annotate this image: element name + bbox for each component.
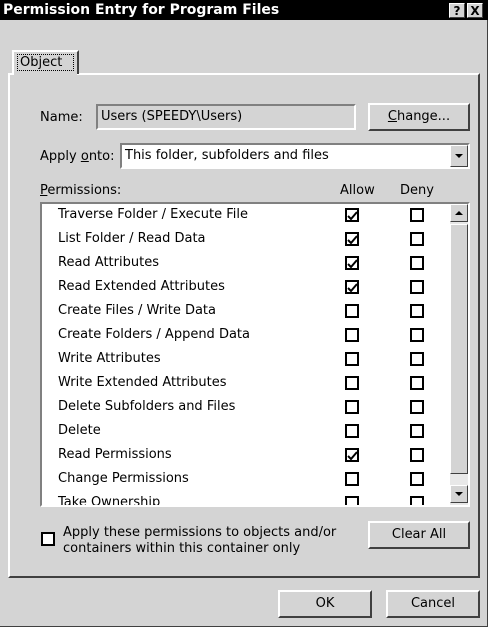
deny-checkbox[interactable] <box>410 208 424 222</box>
help-button[interactable]: ? <box>449 3 465 18</box>
allow-checkbox[interactable] <box>345 232 359 246</box>
permission-name: Read Attributes <box>58 255 159 270</box>
apply-container-line2: containers within this container only <box>63 541 301 556</box>
deny-checkbox[interactable] <box>410 424 424 438</box>
name-field: Users (SPEEDY\Users) <box>96 104 356 130</box>
deny-checkbox[interactable] <box>410 304 424 318</box>
name-value: Users (SPEEDY\Users) <box>101 109 243 124</box>
permission-name: List Folder / Read Data <box>58 231 206 246</box>
allow-checkbox[interactable] <box>345 472 359 486</box>
apply-container-checkbox[interactable] <box>41 532 55 546</box>
deny-checkbox[interactable] <box>410 472 424 486</box>
permissions-scrollbar[interactable] <box>450 204 468 505</box>
window-title: Permission Entry for Program Files <box>3 2 280 18</box>
permissions-list[interactable]: Traverse Folder / Execute File List Folde… <box>40 202 470 507</box>
permission-row: Create Folders / Append Data <box>42 324 432 348</box>
permission-row: Read Extended Attributes <box>42 276 432 300</box>
permission-row: Write Extended Attributes <box>42 372 432 396</box>
deny-checkbox[interactable] <box>410 280 424 294</box>
allow-checkbox[interactable] <box>345 400 359 414</box>
name-label: Name: <box>40 110 83 125</box>
permissions-label: Permissions: <box>40 183 122 198</box>
allow-checkbox[interactable] <box>345 304 359 318</box>
apply-onto-label: Apply onto: <box>40 149 115 164</box>
permission-row: Take Ownership <box>42 492 432 507</box>
permission-row: Read Permissions <box>42 444 432 468</box>
allow-checkbox[interactable] <box>345 448 359 462</box>
permission-name: Traverse Folder / Execute File <box>58 207 248 222</box>
scroll-down-arrow-icon[interactable] <box>450 485 468 503</box>
check-icon <box>347 451 358 461</box>
change-button-label: Change... <box>387 109 451 124</box>
permission-row: Read Attributes <box>42 252 432 276</box>
permission-name: Create Files / Write Data <box>58 303 216 318</box>
allow-checkbox[interactable] <box>345 376 359 390</box>
allow-checkbox[interactable] <box>345 352 359 366</box>
tab-divider <box>14 72 77 76</box>
permission-entry-dialog: Permission Entry for Program Files ? X O… <box>0 0 488 627</box>
ok-button[interactable]: OK <box>278 590 372 618</box>
apply-onto-dropdown[interactable]: This folder, subfolders and files <box>120 143 470 169</box>
allow-checkbox[interactable] <box>345 256 359 270</box>
permission-name: Delete Subfolders and Files <box>58 399 236 414</box>
permission-row: Create Files / Write Data <box>42 300 432 324</box>
deny-checkbox[interactable] <box>410 232 424 246</box>
close-button[interactable]: X <box>467 3 483 18</box>
deny-checkbox[interactable] <box>410 256 424 270</box>
permission-row: List Folder / Read Data <box>42 228 432 252</box>
deny-checkbox[interactable] <box>410 352 424 366</box>
apply-container-line1: Apply these permissions to objects and/o… <box>63 525 337 540</box>
permission-row: Change Permissions <box>42 468 432 492</box>
permission-name: Delete <box>58 423 101 438</box>
permission-name: Take Ownership <box>58 495 161 507</box>
allow-checkbox[interactable] <box>345 496 359 505</box>
chevron-down-icon[interactable] <box>450 145 468 167</box>
deny-checkbox[interactable] <box>410 448 424 462</box>
check-icon <box>347 235 358 245</box>
permission-row: Delete <box>42 420 432 444</box>
change-button[interactable]: Change... <box>368 103 470 131</box>
check-icon <box>347 283 358 293</box>
cancel-button[interactable]: Cancel <box>386 590 480 618</box>
deny-checkbox[interactable] <box>410 328 424 342</box>
tab-object-label: Object <box>17 54 74 71</box>
clear-all-button-label: Clear All <box>391 527 447 542</box>
allow-column-header: Allow <box>340 183 375 198</box>
permission-row: Delete Subfolders and Files <box>42 396 432 420</box>
allow-checkbox[interactable] <box>345 424 359 438</box>
permission-name: Read Extended Attributes <box>58 279 225 294</box>
close-icon: X <box>470 4 480 18</box>
permission-row: Traverse Folder / Execute File <box>42 204 432 228</box>
apply-container-label: Apply these permissions to objects and/o… <box>63 525 336 557</box>
deny-checkbox[interactable] <box>410 376 424 390</box>
permission-name: Read Permissions <box>58 447 172 462</box>
ok-button-label: OK <box>315 596 335 611</box>
deny-column-header: Deny <box>400 183 434 198</box>
scrollbar-thumb[interactable] <box>450 224 468 474</box>
allow-checkbox[interactable] <box>345 328 359 342</box>
permission-name: Change Permissions <box>58 471 189 486</box>
permission-name: Create Folders / Append Data <box>58 327 250 342</box>
title-bar: Permission Entry for Program Files ? X <box>0 0 488 20</box>
clear-all-button[interactable]: Clear All <box>368 521 470 549</box>
help-icon: ? <box>453 4 461 18</box>
scroll-up-arrow-icon[interactable] <box>450 204 468 222</box>
permission-name: Write Extended Attributes <box>58 375 227 390</box>
permission-row: Write Attributes <box>42 348 432 372</box>
deny-checkbox[interactable] <box>410 496 424 505</box>
check-icon <box>347 211 358 221</box>
tab-object[interactable]: Object <box>12 50 79 74</box>
deny-checkbox[interactable] <box>410 400 424 414</box>
cancel-button-label: Cancel <box>410 596 456 611</box>
apply-onto-value: This folder, subfolders and files <box>125 148 329 163</box>
allow-checkbox[interactable] <box>345 280 359 294</box>
allow-checkbox[interactable] <box>345 208 359 222</box>
change-button-label-rest: hange... <box>396 109 451 124</box>
check-icon <box>347 259 358 269</box>
permission-name: Write Attributes <box>58 351 161 366</box>
